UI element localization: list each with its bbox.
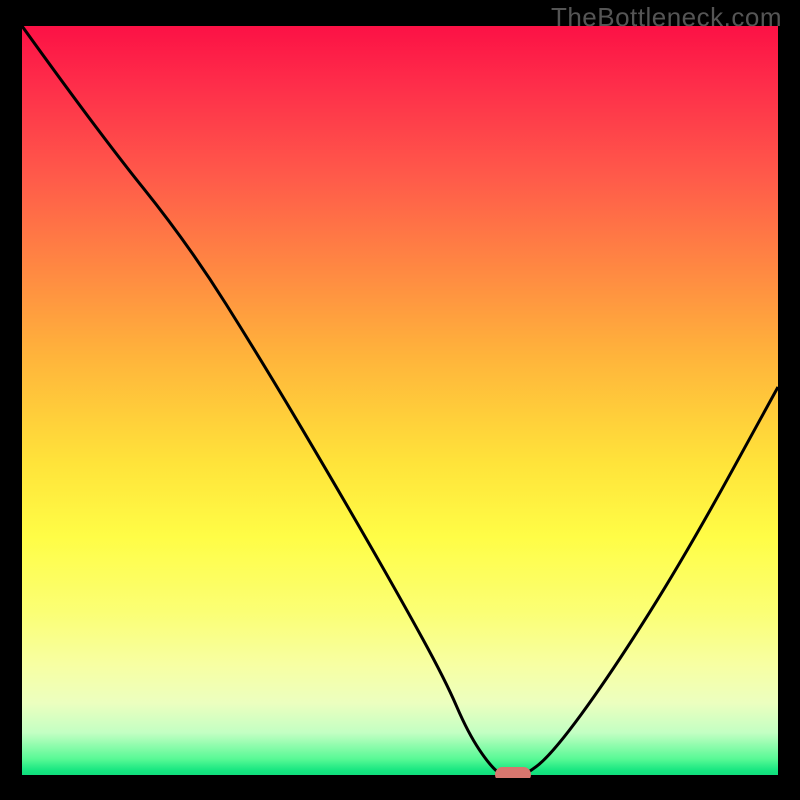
- curve-svg: [22, 26, 778, 778]
- watermark-text: TheBottleneck.com: [551, 2, 782, 33]
- chart-container: TheBottleneck.com: [0, 0, 800, 800]
- optimal-marker: [495, 767, 531, 778]
- bottleneck-curve: [22, 26, 778, 778]
- plot-area: [22, 26, 778, 778]
